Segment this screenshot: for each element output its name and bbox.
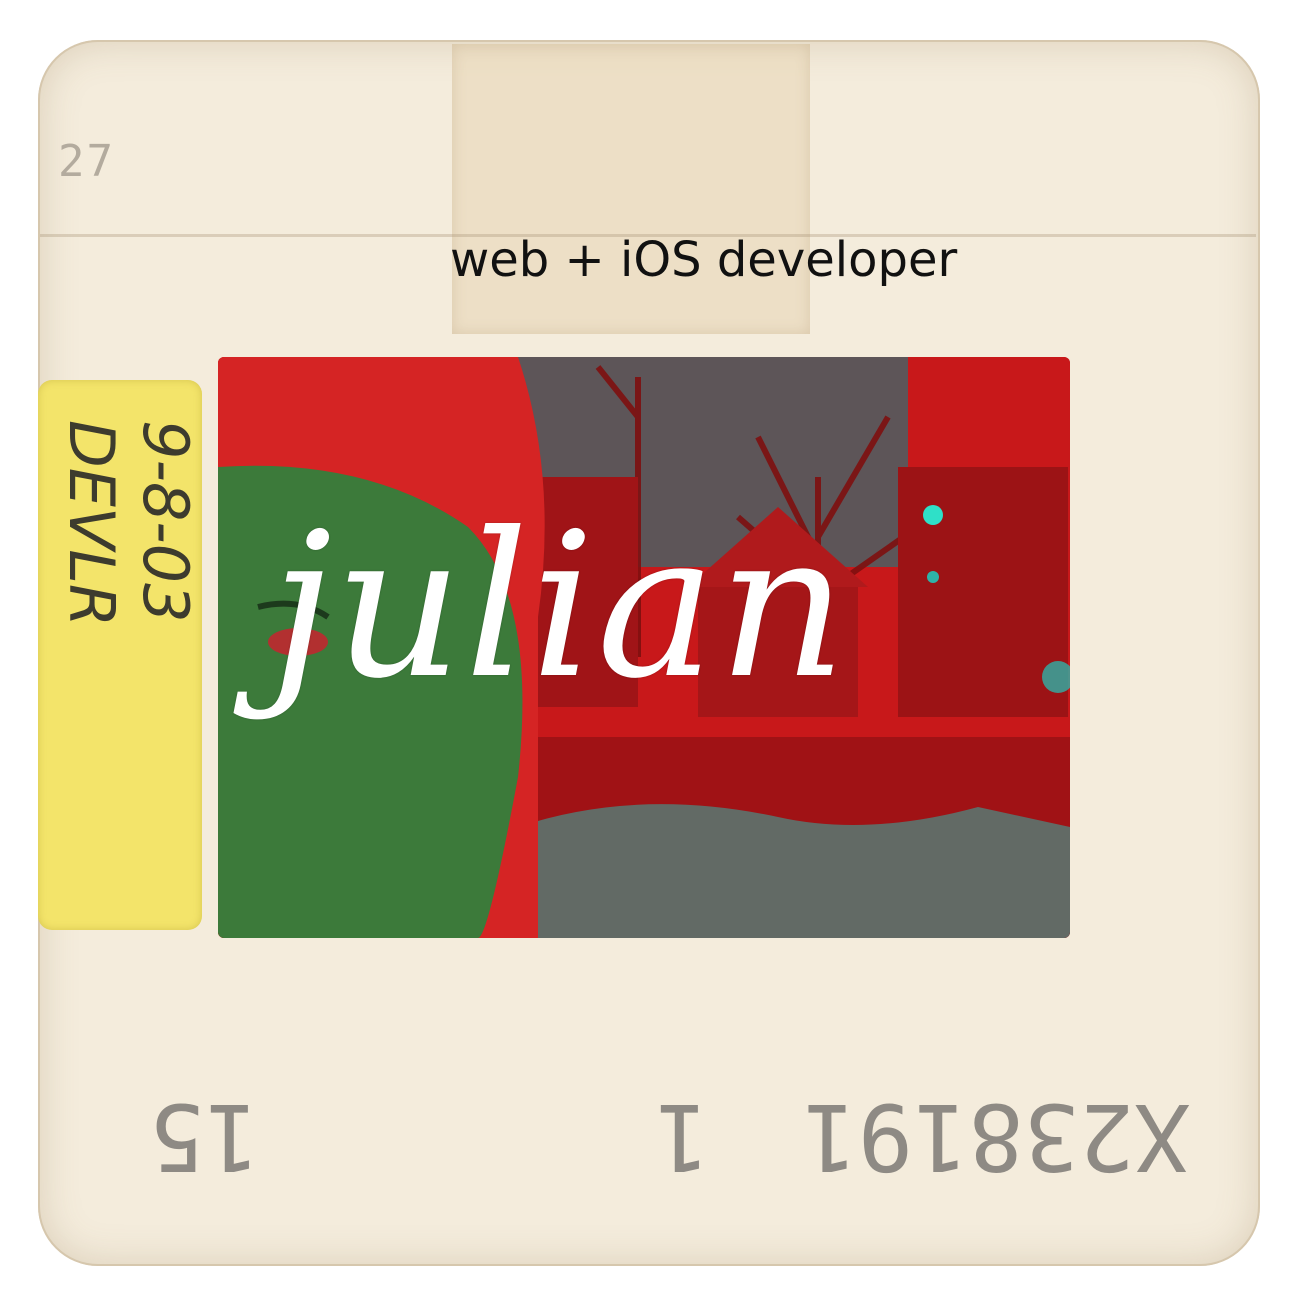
frame-number: 27 — [58, 136, 115, 187]
subtitle: web + iOS developer — [450, 232, 958, 288]
photo: julian — [218, 357, 1070, 938]
tape-strip — [452, 44, 810, 334]
bottom-mark: 1 — [654, 1083, 710, 1190]
title: julian — [270, 490, 849, 723]
bottom-code: X238191 — [802, 1083, 1190, 1190]
date-sticker: 9-8-03 DEVLR — [38, 380, 202, 930]
bottom-number: 15 — [149, 1083, 260, 1190]
sticker-text: 9-8-03 DEVLR — [38, 380, 202, 930]
bottom-print: X238191 1 15 — [90, 1080, 1190, 1190]
sticker-code: DEVLR — [55, 420, 128, 627]
sticker-date: 9-8-03 — [129, 420, 202, 623]
